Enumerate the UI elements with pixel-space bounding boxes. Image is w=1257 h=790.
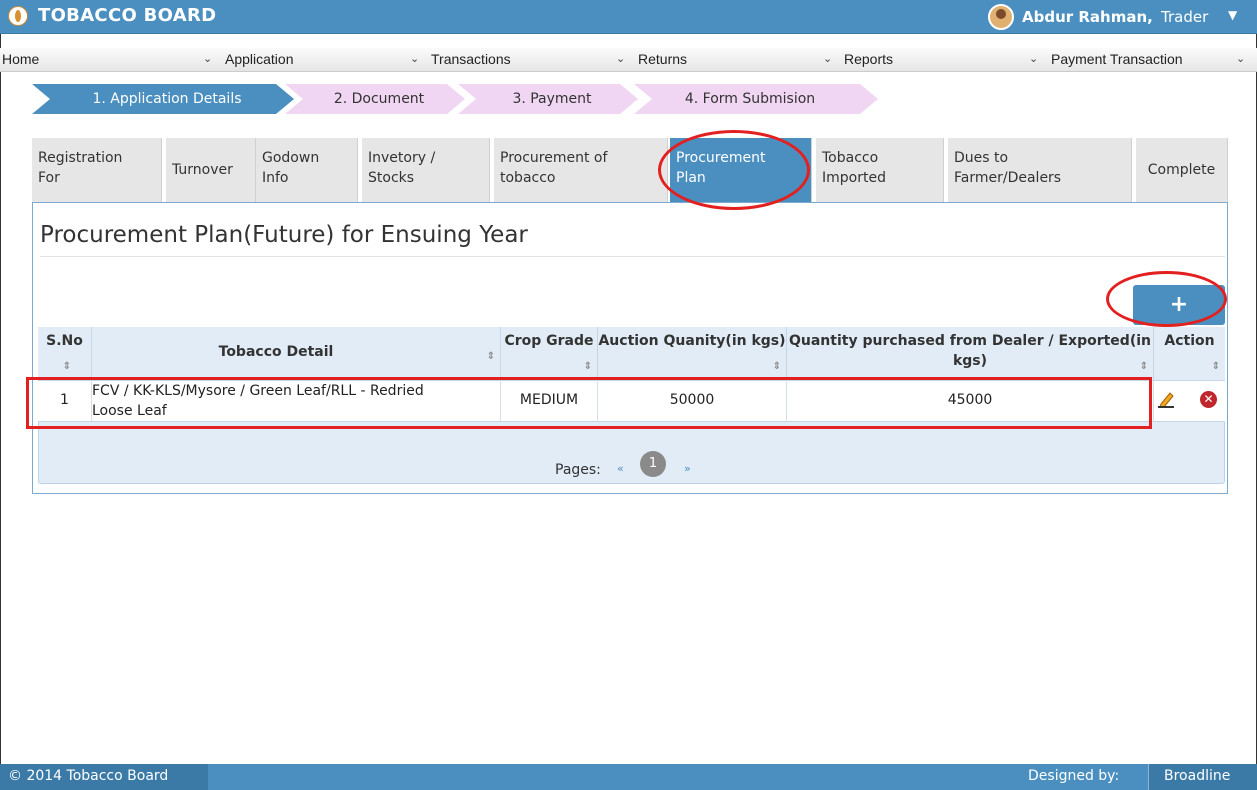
delete-icon[interactable]: ✕ (1200, 391, 1217, 408)
footer-copyright-box: © 2014 Tobacco Board (0, 764, 208, 790)
sort-icon[interactable]: ⇕ (584, 361, 592, 372)
tab-godown-info[interactable]: Godown Info (256, 138, 358, 202)
tab-label-line1: Registration (38, 150, 123, 166)
column-header-action[interactable]: Action ⇕ (1154, 327, 1225, 380)
tab-label-line2: Imported (822, 170, 886, 186)
app-title: TOBACCO BOARD (38, 5, 217, 26)
sort-icon[interactable]: ⇕ (63, 361, 71, 372)
tab-label: Turnover (172, 162, 233, 178)
menu-item-transactions[interactable]: Transactions (431, 51, 511, 67)
column-header-label: Action (1164, 333, 1215, 349)
tab-label-line2: tobacco (500, 170, 556, 186)
chevron-down-icon[interactable]: ⌄ (203, 52, 212, 65)
tab-dues-to-farmer-dealers[interactable]: Dues to Farmer/Dealers (948, 138, 1132, 202)
step-application-details[interactable]: 1. Application Details (32, 84, 294, 114)
sort-icon[interactable]: ⇕ (1212, 361, 1220, 372)
tab-turnover[interactable]: Turnover (166, 138, 256, 202)
user-role[interactable]: Trader (1161, 8, 1208, 26)
tab-label-line2: Stocks (368, 170, 415, 186)
tab-inventory-stocks[interactable]: Invetory / Stocks (362, 138, 490, 202)
chevron-down-icon[interactable]: ⌄ (410, 52, 419, 65)
tab-tobacco-imported[interactable]: Tobacco Imported (816, 138, 944, 202)
column-header-label: Crop Grade (504, 333, 594, 349)
chevron-down-icon[interactable]: ⌄ (1029, 52, 1038, 65)
step-document[interactable]: 2. Document (285, 84, 465, 114)
chevron-down-icon[interactable]: ⌄ (1236, 52, 1245, 65)
step-payment[interactable]: 3. Payment (458, 84, 638, 114)
menu-item-application[interactable]: Application (225, 51, 294, 67)
tab-label-line1: Invetory / (368, 150, 436, 166)
tab-complete[interactable]: Complete (1136, 138, 1228, 202)
tab-label-line2: Info (262, 170, 289, 186)
menu-item-reports[interactable]: Reports (844, 51, 893, 67)
tab-label-line1: Procurement of (500, 150, 608, 166)
tab-label: Complete (1147, 162, 1216, 178)
menu-item-home[interactable]: Home (2, 51, 39, 67)
sort-icon[interactable]: ⇕ (1140, 361, 1148, 372)
footer-designed-by: Designed by: (1028, 768, 1120, 784)
step-label: 1. Application Details (92, 91, 242, 107)
column-header-dealer-quantity[interactable]: Quantity purchased from Dealer / Exporte… (787, 327, 1154, 380)
chevron-down-icon[interactable]: ⌄ (616, 52, 625, 65)
pagination-next-icon[interactable]: » (684, 462, 691, 475)
divider (40, 256, 1225, 257)
tab-label-line1: Tobacco (822, 150, 879, 166)
user-avatar-icon[interactable] (988, 4, 1014, 30)
tab-label-line2: For (38, 170, 60, 186)
column-header-tobacco-detail[interactable]: Tobacco Detail ⇕ (92, 327, 501, 380)
column-header-auction-quantity[interactable]: Auction Quanity(in kgs) ⇕ (598, 327, 787, 380)
chevron-down-icon[interactable]: ⌄ (823, 52, 832, 65)
logo-icon (8, 6, 28, 26)
step-label: 2. Document (333, 91, 425, 107)
annotation-ellipse-tab (658, 130, 810, 210)
page-title: Procurement Plan(Future) for Ensuing Yea… (40, 222, 528, 248)
column-header-label: Auction Quanity(in kgs) (598, 333, 786, 349)
annotation-ellipse-add-button (1106, 271, 1227, 327)
pagination-label: Pages: (555, 462, 601, 478)
menu-item-payment-transaction[interactable]: Payment Transaction (1051, 51, 1183, 67)
tab-label-line2: Farmer/Dealers (954, 170, 1062, 186)
tab-label-line1: Godown (262, 150, 320, 166)
annotation-rect-row (26, 377, 1152, 429)
tab-label-line1: Dues to (954, 150, 1009, 166)
footer-brand-link[interactable]: Broadline (1164, 768, 1230, 784)
footer-copyright: © 2014 Tobacco Board (8, 768, 169, 784)
step-label: 4. Form Submision (684, 91, 816, 107)
sort-icon[interactable]: ⇕ (773, 361, 781, 372)
tab-registration-for[interactable]: Registration For (32, 138, 162, 202)
step-form-submission[interactable]: 4. Form Submision (634, 84, 878, 114)
column-header-label: Tobacco Detail (218, 344, 334, 360)
column-header-crop-grade[interactable]: Crop Grade ⇕ (501, 327, 598, 380)
menu-item-returns[interactable]: Returns (638, 51, 687, 67)
user-menu-chevron-down-icon[interactable]: ▼ (1228, 8, 1237, 22)
main-menu: Home ⌄ Application ⌄ Transactions ⌄ Retu… (0, 48, 1257, 72)
pagination-prev-icon[interactable]: « (617, 462, 624, 475)
column-header-label: Quantity purchased from Dealer / Exporte… (788, 333, 1151, 349)
column-header-label-line2: kgs) (952, 353, 988, 369)
pagination-page-current[interactable]: 1 (640, 451, 666, 477)
step-label: 3. Payment (512, 91, 592, 107)
top-bar: TOBACCO BOARD Abdur Rahman, Trader ▼ (0, 0, 1257, 34)
user-name[interactable]: Abdur Rahman, (1022, 8, 1153, 26)
tab-procurement-of-tobacco[interactable]: Procurement of tobacco (494, 138, 668, 202)
edit-pencil-icon[interactable] (1157, 390, 1175, 408)
sort-icon[interactable]: ⇕ (487, 351, 495, 362)
